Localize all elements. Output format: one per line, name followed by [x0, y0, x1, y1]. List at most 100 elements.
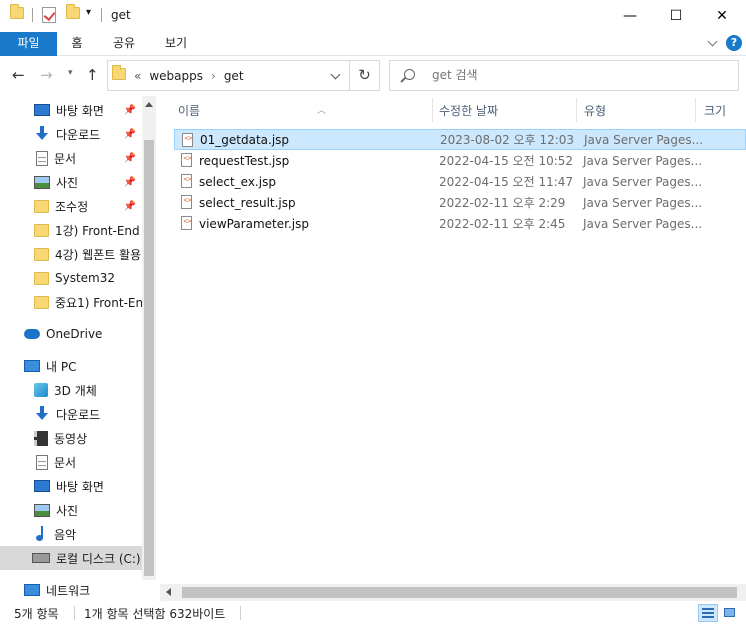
sidebar-item-label: 바탕 화면 — [56, 479, 104, 494]
file-name: viewParameter.jsp — [199, 216, 309, 231]
sidebar-item-label: 중요1) Front-End — [55, 295, 142, 310]
sidebar-item-desktop[interactable]: 바탕 화면 📌 — [0, 98, 142, 122]
desktop-icon — [34, 104, 50, 116]
document-icon — [36, 150, 48, 166]
details-view-button[interactable] — [698, 604, 718, 622]
back-arrow-icon[interactable]: ← — [12, 66, 25, 84]
column-divider[interactable] — [695, 98, 696, 122]
refresh-button[interactable]: ↻ — [350, 60, 380, 91]
computer-icon — [24, 360, 40, 372]
separator — [32, 8, 33, 22]
sidebar-item-this-pc[interactable]: 내 PC — [0, 354, 142, 378]
sidebar-item-label: 사진 — [56, 175, 79, 190]
selection-info: 1개 항목 선택함 632바이트 — [84, 607, 226, 621]
sidebar-item-pictures[interactable]: 사진 📌 — [0, 170, 142, 194]
file-row[interactable]: viewParameter.jsp 2022-02-11 오후 2:45 Jav… — [174, 213, 746, 234]
column-header-date[interactable]: 수정한 날짜 — [439, 98, 577, 124]
folder-icon — [34, 223, 49, 237]
tab-home[interactable]: 홈 — [60, 32, 94, 56]
file-type: Java Server Pages... — [583, 153, 703, 168]
file-row[interactable]: 01_getdata.jsp 2023-08-02 오후 12:03 Java … — [174, 129, 746, 150]
video-icon — [34, 430, 48, 446]
scroll-up-icon[interactable] — [145, 102, 153, 107]
sidebar-item-label: 3D 개체 — [54, 383, 97, 398]
search-box[interactable] — [389, 60, 739, 91]
sidebar-item-label: 4강) 웹폰트 활용 — [55, 247, 142, 262]
scrollbar-thumb[interactable] — [144, 140, 154, 576]
sidebar-item-network[interactable]: 네트워크 — [0, 578, 142, 602]
sidebar-item-desktop[interactable]: 바탕 화면 — [0, 474, 142, 498]
item-count: 5개 항목 — [14, 607, 59, 621]
separator — [74, 606, 75, 620]
sidebar-item-label: 음악 — [54, 527, 77, 542]
sidebar-item-folder[interactable]: 중요1) Front-End — [0, 290, 142, 314]
horizontal-scrollbar[interactable] — [160, 584, 746, 601]
folder-icon — [112, 65, 126, 83]
address-dropdown-icon[interactable] — [330, 69, 341, 80]
close-button[interactable]: ✕ — [699, 0, 745, 32]
breadcrumb-overflow[interactable]: « — [134, 69, 141, 83]
sidebar-item-folder[interactable]: 조수정 📌 — [0, 194, 142, 218]
sidebar-item-3d-objects[interactable]: 3D 개체 — [0, 378, 142, 402]
sidebar-item-documents[interactable]: 문서 — [0, 450, 142, 474]
file-type: Java Server Pages... — [584, 132, 704, 147]
tab-file[interactable]: 파일 — [0, 32, 57, 56]
sidebar-item-pictures[interactable]: 사진 — [0, 498, 142, 522]
sidebar-item-videos[interactable]: 동영상 — [0, 426, 142, 450]
column-header-size[interactable]: 크기 — [704, 98, 744, 124]
customize-quick-access-icon[interactable]: ▾ — [86, 7, 91, 25]
pin-icon: 📌 — [123, 152, 136, 164]
sidebar-item-folder[interactable]: 1강) Front-End 과 — [0, 218, 142, 242]
sidebar-item-label: 동영상 — [54, 431, 88, 446]
column-header-name[interactable]: 이름 ︿ — [178, 98, 428, 124]
up-arrow-icon[interactable]: ↑ — [86, 66, 99, 84]
file-row[interactable]: requestTest.jsp 2022-04-15 오전 10:52 Java… — [174, 150, 746, 171]
expand-ribbon-icon[interactable] — [707, 36, 718, 46]
large-icons-view-button[interactable] — [720, 604, 740, 622]
network-icon — [24, 584, 40, 596]
tab-share[interactable]: 공유 — [104, 32, 144, 56]
nav-scrollbar[interactable] — [142, 96, 156, 580]
recent-locations-icon[interactable]: ▾ — [68, 68, 73, 78]
forward-arrow-icon[interactable]: → — [40, 66, 53, 84]
sidebar-item-downloads[interactable]: 다운로드 📌 — [0, 122, 142, 146]
file-name: select_result.jsp — [199, 195, 296, 210]
details-view-icon — [702, 608, 714, 618]
help-icon[interactable]: ? — [726, 35, 742, 51]
file-name: requestTest.jsp — [199, 153, 290, 168]
breadcrumb-separator-icon[interactable]: › — [211, 69, 216, 83]
document-icon — [36, 454, 48, 470]
sidebar-item-documents[interactable]: 문서 📌 — [0, 146, 142, 170]
properties-icon[interactable] — [42, 7, 56, 25]
file-row[interactable]: select_ex.jsp 2022-04-15 오전 11:47 Java S… — [174, 171, 746, 192]
file-list: 이름 ︿ 수정한 날짜 유형 크기 01_getdata.jsp 2023-08… — [160, 96, 746, 586]
file-type: Java Server Pages... — [583, 216, 703, 231]
sidebar-item-local-disk[interactable]: 로컬 디스크 (C:) — [0, 546, 142, 570]
file-name: 01_getdata.jsp — [200, 132, 290, 147]
pin-icon: 📌 — [123, 128, 136, 140]
search-icon — [404, 69, 415, 80]
column-header-type[interactable]: 유형 — [584, 98, 694, 124]
folder-icon — [34, 247, 49, 261]
column-divider[interactable] — [432, 98, 433, 122]
scroll-left-icon[interactable] — [166, 588, 171, 596]
search-input[interactable] — [432, 68, 722, 82]
new-folder-icon[interactable] — [66, 4, 80, 25]
navigation-pane: 바탕 화면 📌 다운로드 📌 문서 📌 사진 📌 조수정 📌 1강) Front… — [0, 96, 156, 580]
sidebar-item-onedrive[interactable]: OneDrive — [0, 322, 142, 346]
sidebar-item-downloads[interactable]: 다운로드 — [0, 402, 142, 426]
breadcrumb-webapps[interactable]: webapps — [149, 69, 203, 83]
jsp-file-icon — [182, 133, 193, 147]
breadcrumb-get[interactable]: get — [224, 69, 244, 83]
sidebar-item-folder[interactable]: 4강) 웹폰트 활용 — [0, 242, 142, 266]
sidebar-item-music[interactable]: 음악 — [0, 522, 142, 546]
sidebar-item-folder[interactable]: System32 — [0, 266, 142, 290]
column-divider[interactable] — [576, 98, 577, 122]
file-date: 2022-02-11 오후 2:29 — [439, 196, 566, 210]
address-bar[interactable]: « webapps › get — [107, 60, 350, 91]
maximize-button[interactable]: ☐ — [653, 0, 699, 32]
file-row[interactable]: select_result.jsp 2022-02-11 오후 2:29 Jav… — [174, 192, 746, 213]
minimize-button[interactable]: — — [607, 0, 653, 32]
scrollbar-thumb[interactable] — [182, 587, 737, 598]
tab-view[interactable]: 보기 — [156, 32, 196, 56]
